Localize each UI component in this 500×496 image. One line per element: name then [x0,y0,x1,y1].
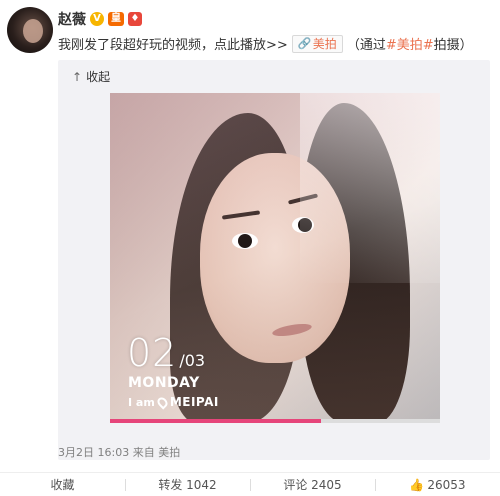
brand-prefix: I am [128,395,155,409]
brand-name: MEIPAI [169,395,219,409]
favorite-label: 收藏 [50,478,75,492]
repost-label: 转发 1042 [158,478,217,492]
collapse-label: 收起 [86,70,111,84]
video-date-overlay: 02 /03 [127,331,205,375]
source-link[interactable]: 来自 美拍 [133,446,181,459]
favorite-button[interactable]: 收藏 [0,473,125,496]
medal-icon[interactable]: ♦ [128,12,142,26]
post-text: 我刚发了段超好玩的视频，点此播放>> 🔗 美拍 （通过 #美拍# 拍摄） [58,34,473,53]
comment-label: 评论 2405 [283,478,342,492]
clip-total: /03 [179,351,206,370]
video-link-label: 美拍 [312,37,337,51]
author-row: 赵薇 V 皇 ♦ [58,10,142,28]
comment-button[interactable]: 评论 2405 [250,473,375,496]
post-body: 我刚发了段超好玩的视频，点此播放>> [58,38,288,53]
repost-button[interactable]: 转发 1042 [125,473,250,496]
like-count: 26053 [427,477,466,492]
avatar[interactable] [7,7,53,53]
collapse-button[interactable]: ↑ 收起 [72,68,110,85]
video-progress-fill [110,419,322,423]
action-bar: 收藏 转发 1042 评论 2405 👍 26053 [0,472,500,496]
hashtag-link[interactable]: #美拍# [386,34,434,53]
location-pin-icon [155,394,170,410]
link-icon: 🔗 [297,36,312,50]
weekday-label: MONDAY [128,375,200,391]
vip-icon[interactable]: 皇 [108,12,124,26]
video-link[interactable]: 🔗 美拍 [291,34,343,53]
meipai-watermark: I am MEIPAI [128,394,219,410]
arrow-up-icon: ↑ [72,69,83,84]
verified-icon[interactable]: V [90,12,104,26]
clip-index: 02 [127,331,178,375]
post-meta: 3月2日 16:03 来自 美拍 [58,444,180,460]
media-container: ↑ 收起 02 /03 MONDAY I am MEIPAI [58,60,490,460]
via-prefix: （通过 [346,38,386,53]
video-player[interactable]: 02 /03 MONDAY I am MEIPAI [110,93,440,423]
author-name[interactable]: 赵薇 [58,9,86,29]
timestamp-link[interactable]: 3月2日 16:03 [58,446,129,459]
via-suffix: 拍摄） [433,38,473,53]
thumbs-up-icon: 👍 [409,477,425,492]
like-button[interactable]: 👍 26053 [375,473,500,496]
video-progress-bar[interactable] [110,419,440,423]
